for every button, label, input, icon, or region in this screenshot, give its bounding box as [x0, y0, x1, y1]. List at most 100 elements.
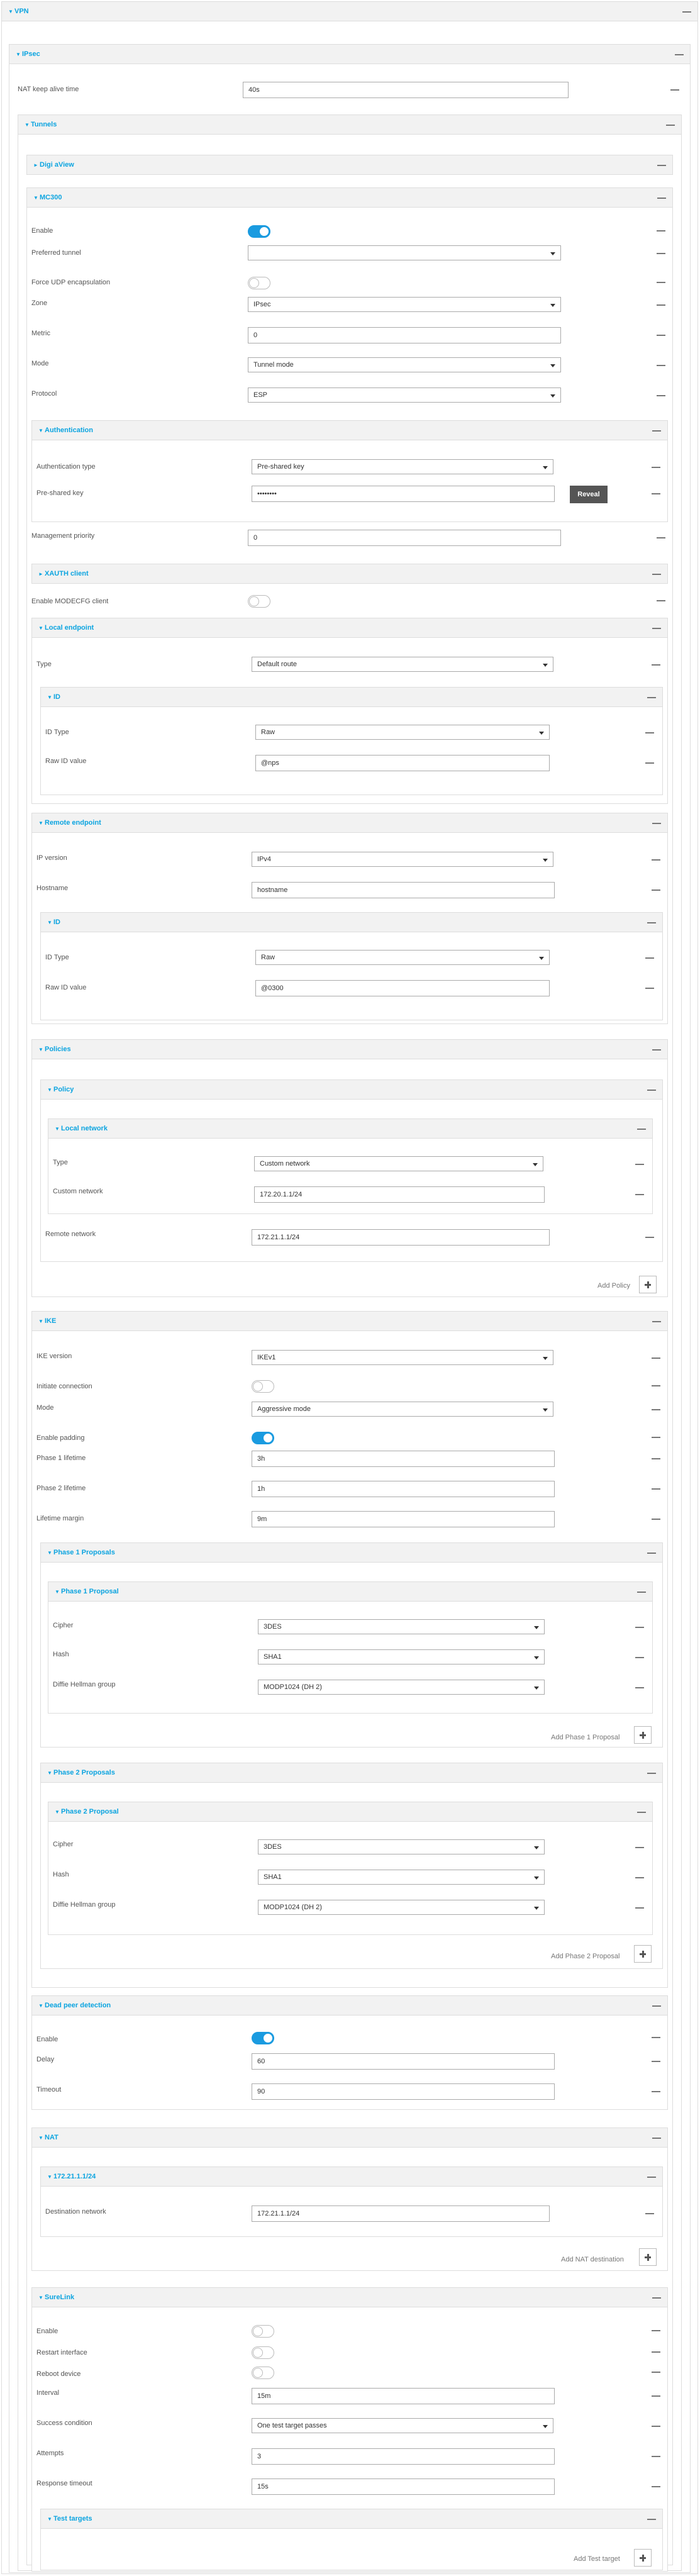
menu-icon[interactable]: [652, 1048, 661, 1052]
response-timeout-input[interactable]: 15s: [252, 2478, 555, 2495]
mode-select[interactable]: Tunnel mode: [248, 357, 561, 372]
menu-icon[interactable]: [652, 2136, 661, 2140]
menu-icon[interactable]: [645, 731, 654, 735]
menu-icon[interactable]: [647, 696, 656, 700]
lifetime-margin-input[interactable]: 9m: [252, 1511, 555, 1527]
menu-icon[interactable]: [647, 2517, 656, 2521]
menu-icon[interactable]: [652, 2090, 660, 2094]
metric-input[interactable]: 0: [248, 327, 561, 343]
dpd-enable-toggle[interactable]: [252, 2032, 274, 2044]
menu-icon[interactable]: [647, 2175, 656, 2179]
local-network-header[interactable]: ▼ Local network: [48, 1118, 653, 1139]
menu-icon[interactable]: [652, 2296, 661, 2300]
menu-icon[interactable]: [652, 888, 660, 892]
enable-padding-toggle[interactable]: [252, 1432, 274, 1444]
nat-entry-header[interactable]: ▼ 172.21.1.1/24: [40, 2166, 663, 2187]
menu-icon[interactable]: [652, 1436, 660, 1439]
policy-header[interactable]: ▼ Policy: [40, 1079, 663, 1100]
phase1-proposal-header[interactable]: ▼ Phase 1 Proposal: [48, 1581, 653, 1602]
menu-icon[interactable]: [652, 1356, 660, 1360]
remote-network-input[interactable]: 172.21.1.1/24: [252, 1229, 550, 1246]
psk-input[interactable]: ••••••••: [252, 486, 555, 502]
p1-cipher-select[interactable]: 3DES: [258, 1619, 545, 1634]
protocol-select[interactable]: ESP: [248, 388, 561, 403]
surelink-header[interactable]: ▼ SureLink: [31, 2287, 668, 2307]
attempts-input[interactable]: 3: [252, 2448, 555, 2465]
menu-icon[interactable]: [652, 2329, 660, 2333]
menu-icon[interactable]: [652, 2455, 660, 2458]
menu-icon[interactable]: [652, 1320, 661, 1324]
menu-icon[interactable]: [652, 1408, 660, 1412]
menu-icon[interactable]: [652, 2350, 660, 2354]
nat-keepalive-input[interactable]: 40s: [243, 82, 569, 98]
menu-icon[interactable]: [635, 1876, 644, 1880]
menu-icon[interactable]: [652, 1384, 660, 1388]
menu-icon[interactable]: [647, 1551, 656, 1555]
auth-type-select[interactable]: Pre-shared key: [252, 459, 553, 474]
ip-version-select[interactable]: IPv4: [252, 852, 553, 867]
ike-version-select[interactable]: IKEv1: [252, 1350, 553, 1365]
menu-icon[interactable]: [647, 1088, 656, 1092]
dpd-header[interactable]: ▼ Dead peer detection: [31, 1995, 668, 2016]
menu-icon[interactable]: [652, 2036, 660, 2039]
enable-toggle[interactable]: [248, 225, 270, 238]
menu-icon[interactable]: [635, 1656, 644, 1659]
local-endpoint-header[interactable]: ▼ Local endpoint: [31, 618, 668, 638]
menu-icon[interactable]: [652, 2004, 661, 2008]
menu-icon[interactable]: [635, 1625, 644, 1629]
ipsec-header[interactable]: ▼ IPsec: [9, 44, 691, 64]
local-id-type-select[interactable]: Raw: [255, 725, 550, 740]
menu-icon[interactable]: [652, 2424, 660, 2428]
add-phase1-label[interactable]: Add Phase 1 Proposal: [551, 1734, 619, 1741]
local-id-header[interactable]: ▼ ID: [40, 687, 663, 707]
add-phase2-label[interactable]: Add Phase 2 Proposal: [551, 1953, 619, 1960]
modecfg-toggle[interactable]: [248, 595, 270, 608]
menu-icon[interactable]: [657, 252, 665, 255]
custom-network-input[interactable]: 172.20.1.1/24: [254, 1186, 545, 1203]
add-nat-button[interactable]: [639, 2248, 657, 2266]
menu-icon[interactable]: [657, 281, 665, 284]
menu-icon[interactable]: [657, 333, 665, 337]
remote-endpoint-header[interactable]: ▼ Remote endpoint: [31, 813, 668, 833]
tunnels-header[interactable]: ▼ Tunnels: [18, 114, 682, 135]
menu-icon[interactable]: [652, 2370, 660, 2374]
p2-dh-select[interactable]: MODP1024 (DH 2): [258, 1900, 545, 1915]
preferred-tunnel-select[interactable]: [248, 245, 561, 260]
force-udp-toggle[interactable]: [248, 277, 270, 289]
remote-raw-id-input[interactable]: @0300: [255, 980, 550, 996]
menu-icon[interactable]: [657, 196, 666, 200]
interval-input[interactable]: 15m: [252, 2388, 555, 2404]
p2-cipher-select[interactable]: 3DES: [258, 1839, 545, 1854]
digi-aview-header[interactable]: ► Digi aView: [26, 155, 673, 175]
menu-icon[interactable]: [652, 572, 661, 576]
local-type-select[interactable]: Default route: [252, 657, 553, 672]
dpd-delay-input[interactable]: 60: [252, 2053, 555, 2070]
menu-icon[interactable]: [637, 1810, 646, 1814]
menu-icon[interactable]: [666, 123, 675, 127]
menu-icon[interactable]: [670, 88, 679, 92]
phase1-proposals-header[interactable]: ▼ Phase 1 Proposals: [40, 1542, 663, 1563]
menu-icon[interactable]: [647, 921, 656, 925]
menu-icon[interactable]: [657, 164, 666, 167]
menu-icon[interactable]: [657, 599, 665, 603]
p1-hash-select[interactable]: SHA1: [258, 1649, 545, 1664]
menu-icon[interactable]: [657, 394, 665, 398]
restart-interface-toggle[interactable]: [252, 2346, 274, 2359]
menu-icon[interactable]: [652, 429, 661, 433]
ike-mode-select[interactable]: Aggressive mode: [252, 1402, 553, 1417]
menu-icon[interactable]: [682, 10, 691, 14]
menu-icon[interactable]: [635, 1163, 644, 1166]
menu-icon[interactable]: [652, 2394, 660, 2398]
remote-id-type-select[interactable]: Raw: [255, 950, 550, 965]
remote-id-header[interactable]: ▼ ID: [40, 912, 663, 932]
menu-icon[interactable]: [652, 492, 660, 496]
menu-icon[interactable]: [652, 2060, 660, 2063]
menu-icon[interactable]: [647, 1771, 656, 1775]
reboot-device-toggle[interactable]: [252, 2367, 274, 2379]
add-phase1-button[interactable]: [634, 1726, 652, 1744]
surelink-enable-toggle[interactable]: [252, 2325, 274, 2338]
phase1-lifetime-input[interactable]: 3h: [252, 1451, 555, 1467]
menu-icon[interactable]: [635, 1193, 644, 1196]
dest-network-input[interactable]: 172.21.1.1/24: [252, 2205, 550, 2222]
menu-icon[interactable]: [637, 1127, 646, 1131]
